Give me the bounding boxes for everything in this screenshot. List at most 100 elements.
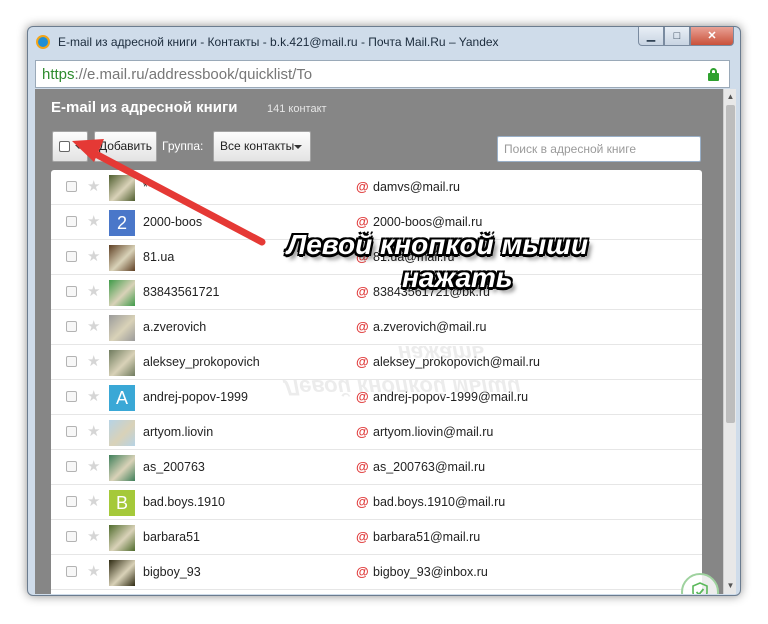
star-icon[interactable]: ★ <box>87 213 100 231</box>
at-icon: @ <box>356 354 369 369</box>
avatar <box>109 315 135 341</box>
star-icon[interactable]: ★ <box>87 248 100 266</box>
table-row[interactable]: ★ barbara51 @ barbara51@mail.ru <box>51 520 702 555</box>
star-icon[interactable]: ★ <box>87 528 100 546</box>
star-icon[interactable]: ★ <box>87 493 100 511</box>
row-checkbox[interactable] <box>66 321 77 332</box>
select-all-checkbox[interactable] <box>59 141 70 152</box>
add-button[interactable]: Добавить <box>94 131 157 162</box>
search-input[interactable] <box>497 136 701 162</box>
close-button[interactable]: ✕ <box>690 27 734 46</box>
addressbook-panel: E-mail из адресной книги 141 контакт Доб… <box>35 89 723 594</box>
at-icon: @ <box>356 424 369 439</box>
contact-name[interactable]: 2000-boos <box>143 215 202 229</box>
row-checkbox[interactable] <box>66 181 77 192</box>
annotation-text-line2: нажать <box>402 262 513 293</box>
minimize-button[interactable]: ▁ <box>638 27 664 46</box>
avatar <box>109 175 135 201</box>
browser-window: E-mail из адресной книги - Контакты - b.… <box>27 26 741 596</box>
contact-name[interactable]: a.zverovich <box>143 320 206 334</box>
contact-name[interactable]: aleksey_prokopovich <box>143 355 260 369</box>
url-text[interactable]: https://e.mail.ru/addressbook/quicklist/… <box>42 66 312 83</box>
annotation-reflection: Левой кнопкой мыши <box>284 375 521 400</box>
avatar: A <box>109 385 135 411</box>
avatar <box>109 525 135 551</box>
address-bar[interactable]: https://e.mail.ru/addressbook/quicklist/… <box>35 60 730 88</box>
at-icon: @ <box>356 459 369 474</box>
contact-email[interactable]: 2000-boos@mail.ru <box>373 215 482 229</box>
select-all-dropdown[interactable] <box>52 131 88 162</box>
scroll-up-icon[interactable]: ▲ <box>725 91 736 103</box>
row-checkbox[interactable] <box>66 216 77 227</box>
at-icon: @ <box>356 564 369 579</box>
row-checkbox[interactable] <box>66 356 77 367</box>
contact-count: 141 контакт <box>267 103 327 115</box>
vertical-scrollbar[interactable]: ▲ ▼ <box>723 89 736 594</box>
group-select[interactable]: Все контакты <box>213 131 311 162</box>
contact-email[interactable]: damvs@mail.ru <box>373 180 460 194</box>
url-scheme: https <box>42 66 75 83</box>
contact-name[interactable]: barbara51 <box>143 530 200 544</box>
contact-email[interactable]: a.zverovich@mail.ru <box>373 320 486 334</box>
contact-email[interactable]: bad.boys.1910@mail.ru <box>373 495 505 509</box>
star-icon[interactable]: ★ <box>87 283 100 301</box>
table-row[interactable]: ★ Bbad.boys.1910 @ bad.boys.1910@mail.ru <box>51 485 702 520</box>
star-icon[interactable]: ★ <box>87 563 100 581</box>
table-row[interactable]: ★ 83843561721 @83843561721@bk.ru <box>51 275 702 310</box>
contact-name[interactable]: bigboy_93 <box>143 565 201 579</box>
contact-name[interactable]: bad.boys.1910 <box>143 495 225 509</box>
contact-name[interactable]: 81.ua <box>143 250 174 264</box>
star-icon[interactable]: ★ <box>87 423 100 441</box>
avatar <box>109 280 135 306</box>
avatar: 2 <box>109 210 135 236</box>
row-checkbox[interactable] <box>66 251 77 262</box>
at-icon: @ <box>356 494 369 509</box>
contact-name[interactable]: andrej-popov-1999 <box>143 390 248 404</box>
avatar <box>109 560 135 586</box>
group-label: Группа: <box>162 139 204 153</box>
at-icon: @ <box>356 179 369 194</box>
annotation-text-line1: Левой кнопкой мыши <box>287 229 589 260</box>
star-icon[interactable]: ★ <box>87 388 100 406</box>
window-title: E-mail из адресной книги - Контакты - b.… <box>58 35 499 49</box>
lock-icon[interactable] <box>708 68 719 81</box>
star-icon[interactable]: ★ <box>87 318 100 336</box>
star-icon[interactable]: ★ <box>87 458 100 476</box>
table-row[interactable]: ★ bigboy_93 @ bigboy_93@inbox.ru <box>51 555 702 590</box>
contact-name[interactable]: as_200763 <box>143 460 205 474</box>
row-checkbox[interactable] <box>66 496 77 507</box>
scroll-down-icon[interactable]: ▼ <box>725 580 736 592</box>
row-checkbox[interactable] <box>66 461 77 472</box>
maximize-button[interactable]: □ <box>664 27 690 46</box>
at-icon: @ <box>356 319 369 334</box>
table-row[interactable]: ★ ** @ damvs@mail.ru <box>51 170 702 205</box>
star-icon[interactable]: ★ <box>87 353 100 371</box>
row-checkbox[interactable] <box>66 286 77 297</box>
contact-name[interactable]: 83843561721 <box>143 285 219 299</box>
row-checkbox[interactable] <box>66 391 77 402</box>
scroll-thumb[interactable] <box>726 105 735 423</box>
chevron-down-icon <box>75 145 83 149</box>
contact-email[interactable]: bigboy_93@inbox.ru <box>373 565 488 579</box>
avatar <box>109 455 135 481</box>
page-title: E-mail из адресной книги <box>51 99 238 116</box>
avatar <box>109 245 135 271</box>
chevron-down-icon <box>294 145 302 149</box>
at-icon: @ <box>356 284 369 299</box>
row-checkbox[interactable] <box>66 566 77 577</box>
browser-icon <box>36 35 50 49</box>
row-checkbox[interactable] <box>66 426 77 437</box>
row-checkbox[interactable] <box>66 531 77 542</box>
contact-email[interactable]: artyom.liovin@mail.ru <box>373 425 493 439</box>
table-row[interactable]: ★ as_200763 @ as_200763@mail.ru <box>51 450 702 485</box>
avatar <box>109 350 135 376</box>
contact-email[interactable]: barbara51@mail.ru <box>373 530 480 544</box>
contact-name[interactable]: ** <box>143 180 153 194</box>
contact-email[interactable]: as_200763@mail.ru <box>373 460 485 474</box>
table-row[interactable]: ★ a.zverovich @ a.zverovich@mail.ru <box>51 310 702 345</box>
avatar: B <box>109 490 135 516</box>
table-row[interactable]: ★ artyom.liovin @ artyom.liovin@mail.ru <box>51 415 702 450</box>
url-path: ://e.mail.ru/addressbook/quicklist/To <box>74 66 313 83</box>
contact-name[interactable]: artyom.liovin <box>143 425 213 439</box>
star-icon[interactable]: ★ <box>87 178 100 196</box>
